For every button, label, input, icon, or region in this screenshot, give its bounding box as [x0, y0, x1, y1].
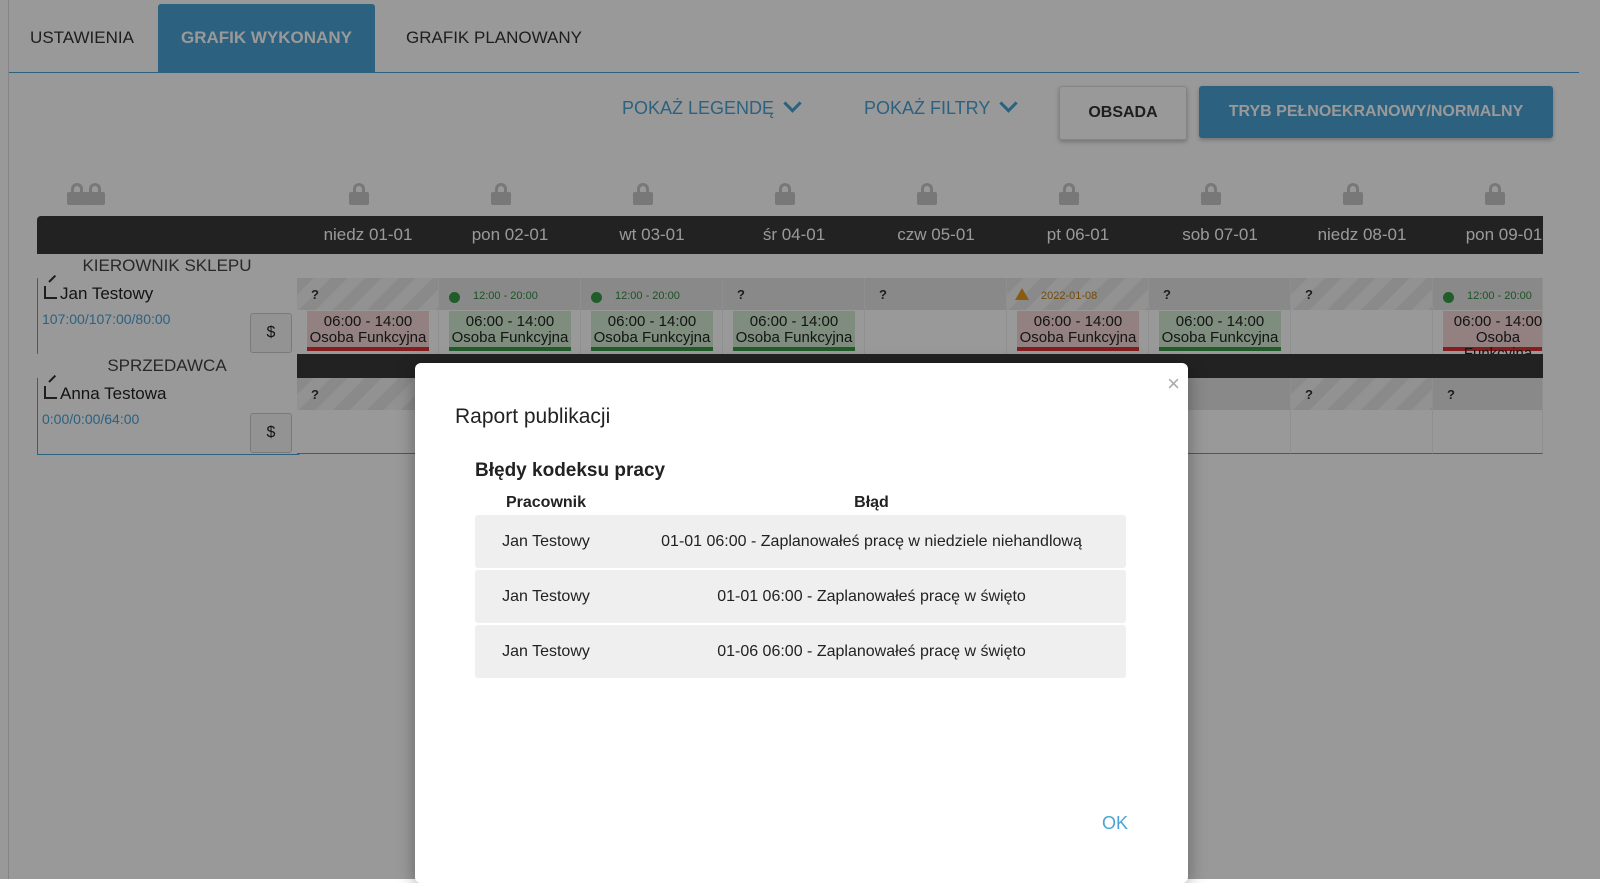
ok-button[interactable]: OK	[1102, 813, 1128, 834]
employee-cell: Jan Testowy	[502, 588, 590, 605]
employee-cell: Jan Testowy	[502, 643, 590, 660]
column-header-error: Błąd	[854, 494, 889, 511]
close-icon[interactable]: ×	[1167, 373, 1180, 395]
column-header-employee: Pracownik	[505, 494, 587, 511]
table-row: Jan Testowy 01-01 06:00 - Zaplanowałeś p…	[475, 570, 1126, 623]
error-cell: 01-01 06:00 - Zaplanowałeś pracę w święt…	[717, 588, 1026, 605]
dialog-title: Raport publikacji	[455, 405, 611, 428]
employee-cell: Jan Testowy	[502, 533, 590, 550]
publication-report-dialog: × Raport publikacji Błędy kodeksu pracy …	[415, 363, 1188, 883]
error-cell: 01-06 06:00 - Zaplanowałeś pracę w święt…	[717, 643, 1026, 660]
table-row: Jan Testowy 01-01 06:00 - Zaplanowałeś p…	[475, 515, 1126, 568]
section-title: Błędy kodeksu pracy	[475, 460, 666, 481]
error-cell: 01-01 06:00 - Zaplanowałeś pracę w niedz…	[661, 533, 1082, 550]
table-row: Jan Testowy 01-06 06:00 - Zaplanowałeś p…	[475, 625, 1126, 678]
